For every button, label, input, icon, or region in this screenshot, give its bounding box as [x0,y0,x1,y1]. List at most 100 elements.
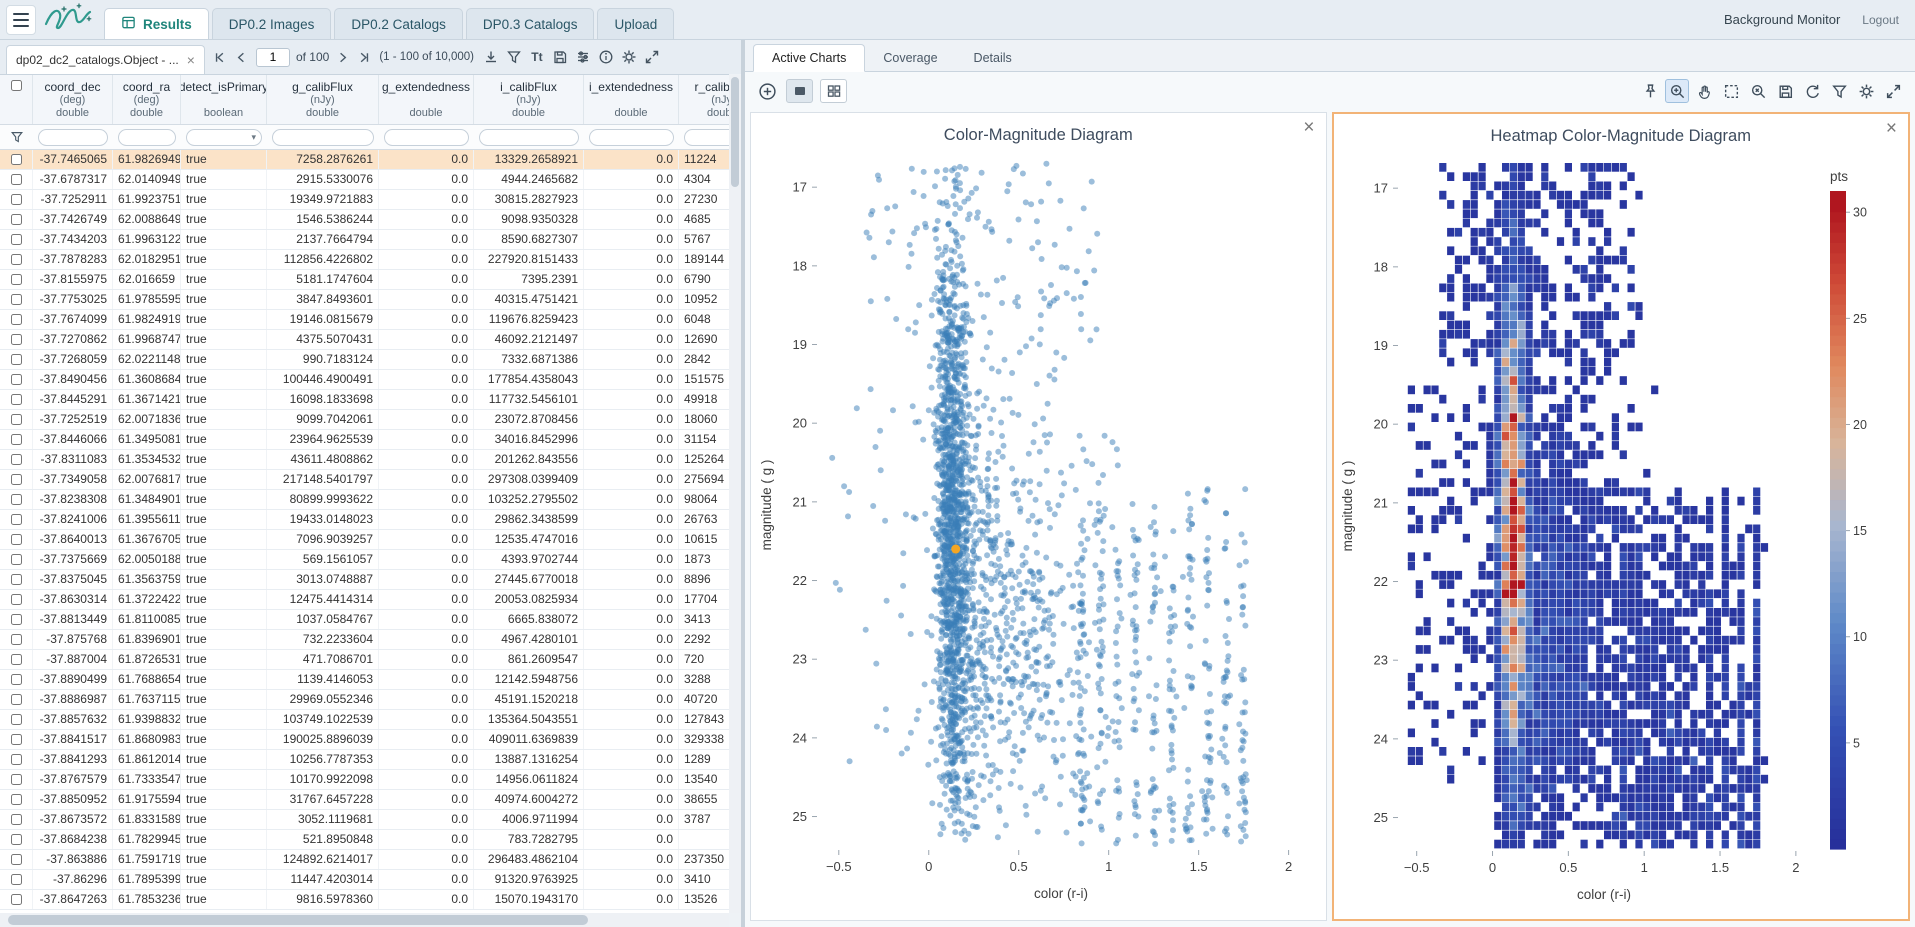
last-page-button[interactable] [353,46,373,68]
close-chart-icon[interactable]: × [1303,118,1314,137]
close-table-icon[interactable]: × [187,53,195,67]
table-row[interactable]: -37.727086261.9968747true4375.50704310.0… [0,330,729,350]
heatmap-chart-card[interactable]: Heatmap Color-Magnitude Diagram × −0.500… [1332,112,1911,921]
restore-icon[interactable] [1800,79,1824,103]
pan-hand-icon[interactable] [1692,79,1716,103]
table-row[interactable]: -37.775302561.9785595true3847.84936010.0… [0,290,729,310]
row-checkbox[interactable] [11,834,22,845]
column-header-i_calibFlux[interactable]: i_calibFlux(nJy)double [474,75,584,124]
table-row[interactable]: -37.884151761.8680983true190025.88960390… [0,730,729,750]
tab-details[interactable]: Details [956,45,1030,71]
zoom-reset-icon[interactable] [1746,79,1770,103]
save-icon[interactable] [549,46,571,68]
color-magnitude-scatter-plot[interactable]: −0.500.511.52171819202122232425color (r-… [755,148,1321,918]
close-chart-icon[interactable]: × [1886,119,1897,138]
table-row[interactable]: -37.876757961.7333547true10170.99220980.… [0,770,729,790]
filter-select-detect_isPrimary[interactable]: ▾ [181,129,267,146]
row-checkbox[interactable] [11,734,22,745]
table-row[interactable]: -37.823830861.3484901true80899.99936220.… [0,490,729,510]
tab-dp02-images[interactable]: DP0.2 Images [212,8,332,39]
hamburger-menu-button[interactable] [6,5,36,35]
table-row[interactable]: -37.885095261.9175594true31767.64572280.… [0,790,729,810]
table-row[interactable]: -37.734905862.0076817true217148.54017970… [0,470,729,490]
table-row[interactable]: -37.767409961.9824919true19146.08156790.… [0,310,729,330]
horizontal-scrollbar[interactable] [0,913,729,927]
table-row[interactable]: -37.742674962.0088649true1546.53862440.0… [0,210,729,230]
table-row[interactable]: -37.881344961.8110085true1037.05847670.0… [0,610,729,630]
expand-icon[interactable] [641,46,663,68]
info-icon[interactable] [595,46,617,68]
row-checkbox[interactable] [11,434,22,445]
column-header-r_calibFlux[interactable]: r_calibFlux(nJy)double [679,75,729,124]
table-row[interactable]: -37.725251962.0071836true9099.70420610.0… [0,410,729,430]
row-checkbox[interactable] [11,754,22,765]
row-checkbox[interactable] [11,254,22,265]
table-row[interactable]: -37.889049961.7688654true1139.41460530.0… [0,670,729,690]
table-row[interactable]: -37.824100661.3955611true19433.01480230.… [0,510,729,530]
prev-page-button[interactable] [232,46,252,68]
table-tab[interactable]: dp02_dc2_catalogs.Object - ... × [6,45,205,74]
next-page-button[interactable] [332,46,352,68]
tab-coverage[interactable]: Coverage [865,45,955,71]
row-checkbox[interactable] [11,414,22,425]
table-row[interactable]: -37.885763261.9398832true103749.10225390… [0,710,729,730]
add-chart-icon[interactable] [755,79,779,103]
table-row[interactable]: -37.884129361.8612014true10256.77873530.… [0,750,729,770]
table-row[interactable]: -37.787828362.0182951true112856.42268020… [0,250,729,270]
table-row[interactable]: -37.725291161.9923751true19349.97218830.… [0,190,729,210]
table-row[interactable]: -37.726805962.0221148true990.71831240.07… [0,350,729,370]
row-checkbox[interactable] [11,554,22,565]
filter-input-i_calibFlux[interactable] [479,129,579,146]
tab-dp02-catalogs[interactable]: DP0.2 Catalogs [334,8,463,39]
table-options-icon[interactable] [572,46,594,68]
row-checkbox[interactable] [11,874,22,885]
table-row[interactable]: -37.743420361.9963122true2137.76647940.0… [0,230,729,250]
page-number-input[interactable] [256,48,290,67]
column-header-coord_dec[interactable]: coord_dec(deg)double [33,75,113,124]
row-checkbox[interactable] [11,474,22,485]
table-row[interactable]: -37.815597562.016659true5181.17476040.07… [0,270,729,290]
tab-active-charts[interactable]: Active Charts [753,44,865,72]
vertical-scrollbar[interactable] [729,75,741,913]
single-view-button[interactable] [786,79,813,103]
row-checkbox[interactable] [11,154,22,165]
logout-button[interactable]: Logout [1862,13,1899,27]
row-checkbox[interactable] [11,594,22,605]
column-header-g_extendedness[interactable]: g_extendedness double [379,75,474,124]
grid-view-button[interactable] [820,79,847,103]
row-checkbox[interactable] [11,674,22,685]
tab-dp03-catalogs[interactable]: DP0.3 Catalogs [466,8,595,39]
table-row[interactable]: -37.737566962.0050188true569.15610570.04… [0,550,729,570]
pin-icon[interactable] [1638,79,1662,103]
table-row[interactable]: -37.849045661.3608684true100446.49004910… [0,370,729,390]
filter-input-g_extendedness[interactable] [384,129,469,146]
row-checkbox[interactable] [11,814,22,825]
text-view-icon[interactable]: Tt [526,46,548,68]
select-all-checkbox[interactable] [11,80,22,91]
row-checkbox[interactable] [11,294,22,305]
row-checkbox[interactable] [11,454,22,465]
settings-gear-icon[interactable] [1854,79,1878,103]
background-monitor-button[interactable]: Background Monitor [1724,12,1840,27]
tab-upload[interactable]: Upload [597,8,674,39]
row-checkbox[interactable] [11,574,22,585]
row-checkbox[interactable] [11,634,22,645]
download-icon[interactable] [480,46,502,68]
table-row[interactable]: -37.863031461.3722422true12475.44143140.… [0,590,729,610]
filter-input-i_extendedness[interactable] [589,129,674,146]
row-checkbox[interactable] [11,774,22,785]
color-magnitude-heatmap-plot[interactable]: −0.500.511.52171819202122232425color (r-… [1336,149,1906,919]
table-row[interactable]: -37.87576861.8396901true732.22336040.049… [0,630,729,650]
row-checkbox[interactable] [11,274,22,285]
column-header-coord_ra[interactable]: coord_ra(deg)double [113,75,181,124]
row-checkbox[interactable] [11,894,22,905]
filter-icon[interactable] [1827,79,1851,103]
row-checkbox[interactable] [11,514,22,525]
row-checkbox[interactable] [11,494,22,505]
row-checkbox[interactable] [11,394,22,405]
column-header-g_calibFlux[interactable]: g_calibFlux(nJy)double [267,75,379,124]
row-checkbox[interactable] [11,374,22,385]
row-checkbox[interactable] [11,214,22,225]
filter-input-r_calibFlux[interactable] [684,129,729,146]
horizontal-scrollbar-thumb[interactable] [8,915,588,925]
